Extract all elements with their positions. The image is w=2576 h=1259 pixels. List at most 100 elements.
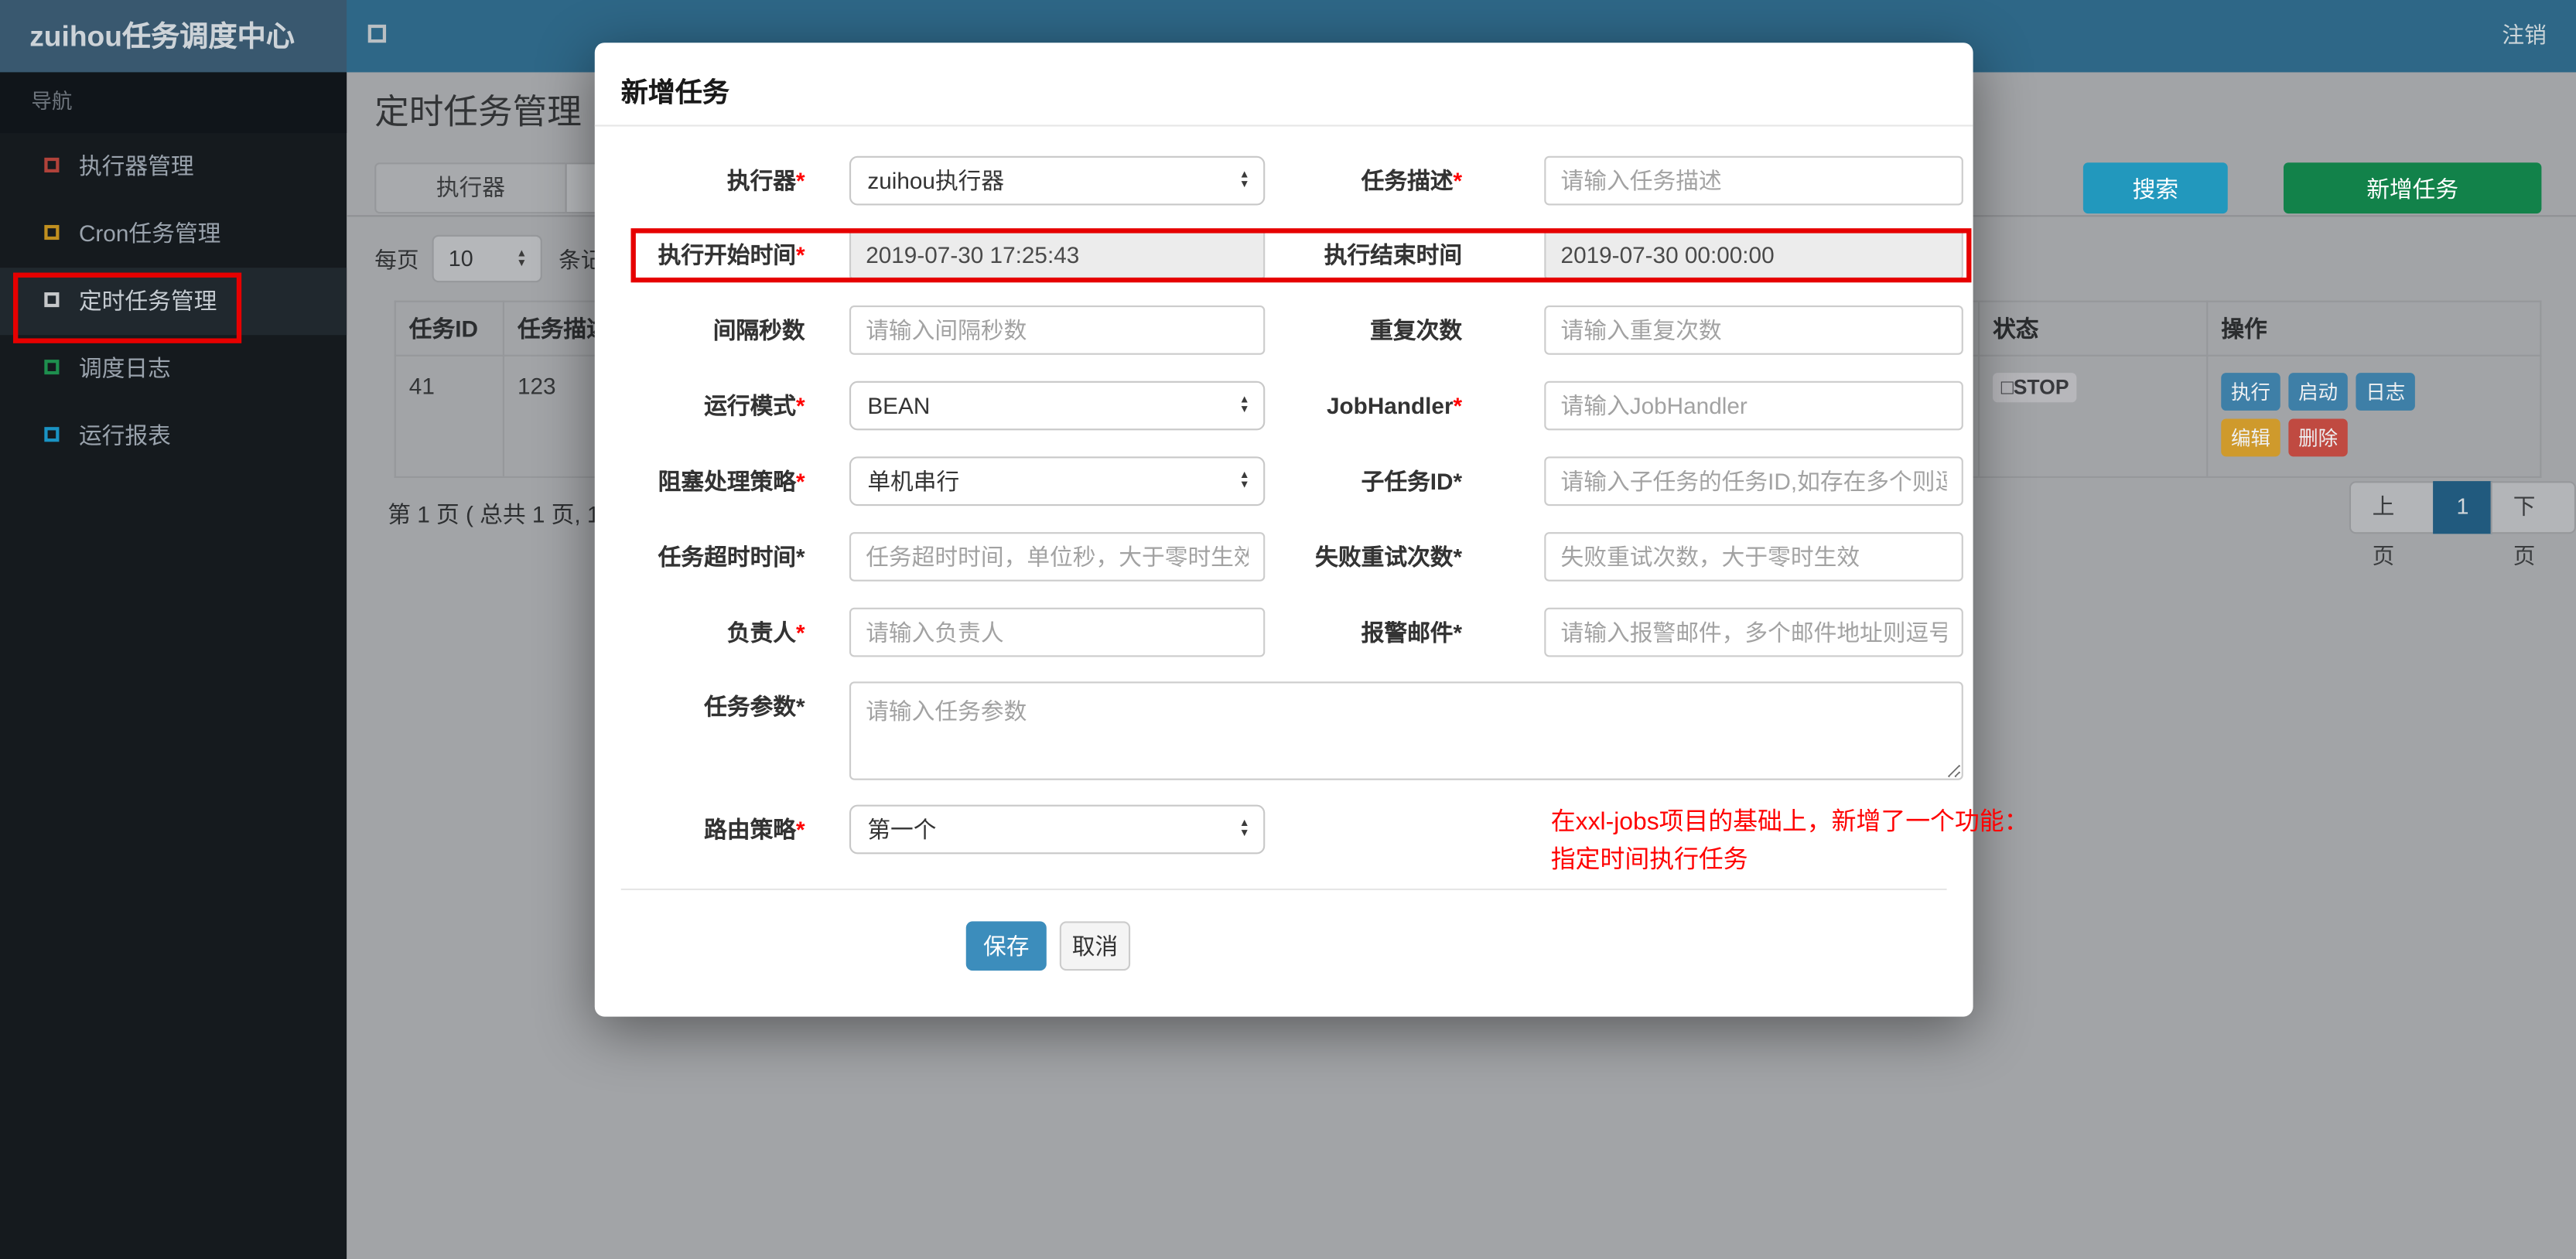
- run-mode-select[interactable]: BEAN: [849, 380, 1266, 431]
- cancel-button[interactable]: 取消: [1059, 921, 1131, 971]
- fail-retry-input[interactable]: [1544, 532, 1963, 582]
- cell-actions: 执行 启动 日志 编辑 删除: [2206, 354, 2542, 479]
- owner-input[interactable]: [849, 607, 1266, 657]
- sidebar-item-run-report[interactable]: 运行报表: [0, 402, 347, 469]
- job-handler-input[interactable]: [1544, 380, 1963, 431]
- modal-footer-divider: [620, 888, 1947, 891]
- required-star: *: [1453, 392, 1463, 419]
- menu-toggle-icon[interactable]: [367, 24, 387, 43]
- job-param-label: 任务参数*: [704, 693, 805, 720]
- task-desc-input[interactable]: [1544, 155, 1963, 206]
- col-task-id: 任务ID: [394, 300, 504, 357]
- add-task-button[interactable]: 新增任务: [2283, 162, 2542, 214]
- select-arrows-icon: [514, 249, 529, 268]
- route-strategy-label: 路由策略*: [704, 816, 805, 843]
- required-star: *: [1453, 167, 1463, 194]
- interval-label: 间隔秒数: [712, 316, 805, 343]
- feature-note-line1: 在xxl-jobs项目的基础上，新增了一个功能：: [1550, 807, 2029, 836]
- col-status: 状态: [1977, 300, 2209, 357]
- end-time-input[interactable]: [1544, 230, 1963, 280]
- feature-note-line2: 指定时间执行任务: [1550, 845, 1748, 874]
- sidebar-item-label: 运行报表: [78, 421, 171, 449]
- pagination: 上页 1 下页: [2349, 481, 2576, 568]
- current-page-button[interactable]: 1: [2433, 481, 2492, 534]
- interval-input[interactable]: [849, 305, 1266, 355]
- square-icon: [44, 427, 60, 442]
- required-star: *: [796, 468, 805, 495]
- alarm-email-label: 报警邮件*: [1361, 619, 1463, 646]
- end-time-label: 执行结束时间: [1324, 241, 1463, 268]
- required-star: *: [796, 543, 805, 570]
- select-arrows-icon: [1237, 171, 1252, 190]
- execute-button[interactable]: 执行: [2221, 373, 2280, 411]
- page-title: 定时任务管理: [374, 94, 582, 131]
- modal-header-divider: [594, 125, 1973, 127]
- square-icon: [44, 157, 60, 172]
- child-id-input[interactable]: [1544, 456, 1963, 507]
- executor-select[interactable]: zuihou执行器: [849, 155, 1266, 206]
- repeat-input[interactable]: [1544, 305, 1963, 355]
- sidebar-item-executor-mgmt[interactable]: 执行器管理: [0, 133, 347, 200]
- required-star: *: [1453, 543, 1463, 570]
- page-size-select[interactable]: 10: [432, 234, 542, 283]
- block-strategy-select[interactable]: 单机串行: [849, 456, 1266, 507]
- task-desc-label: 任务描述*: [1361, 167, 1463, 194]
- alarm-email-input[interactable]: [1544, 607, 1963, 657]
- block-strategy-label: 阻塞处理策略*: [658, 468, 805, 495]
- child-id-label: 子任务ID*: [1361, 468, 1463, 495]
- prev-page-button[interactable]: 上页: [2349, 481, 2435, 568]
- page-size-prefix: 每页: [374, 247, 419, 273]
- select-arrows-icon: [1237, 396, 1252, 415]
- start-time-input[interactable]: [849, 230, 1266, 280]
- job-handler-label: JobHandler*: [1326, 392, 1463, 419]
- sidebar-item-label: Cron任务管理: [78, 220, 221, 247]
- brand-title: zuihou任务调度中心: [0, 0, 347, 73]
- required-star: *: [796, 167, 805, 194]
- executor-label: 执行器*: [726, 167, 805, 194]
- cell-status: □STOP: [1977, 354, 2209, 479]
- edit-button[interactable]: 编辑: [2221, 418, 2280, 457]
- status-badge: □STOP: [1993, 373, 2078, 403]
- timeout-label: 任务超时时间*: [658, 543, 805, 570]
- cell-task-id: 41: [394, 354, 504, 479]
- required-star: *: [796, 693, 805, 720]
- delete-button[interactable]: 删除: [2288, 418, 2348, 457]
- repeat-label: 重复次数: [1370, 316, 1463, 343]
- square-icon: [44, 292, 60, 308]
- timeout-input[interactable]: [849, 532, 1266, 582]
- executor-filter-label: 执行器: [374, 162, 567, 214]
- required-star: *: [796, 816, 805, 843]
- square-icon: [44, 360, 60, 375]
- route-strategy-select[interactable]: 第一个: [849, 804, 1266, 855]
- modal-title: 新增任务: [620, 78, 729, 109]
- sidebar-item-timed-task-mgmt[interactable]: 定时任务管理: [0, 268, 347, 336]
- pagination-summary: 第 1 页 ( 总共 1 页, 1: [388, 500, 600, 527]
- required-star: *: [796, 392, 805, 419]
- required-star: *: [1453, 619, 1463, 646]
- select-arrows-icon: [1237, 472, 1252, 491]
- start-time-label: 执行开始时间*: [658, 241, 805, 268]
- sidebar-item-label: 定时任务管理: [78, 287, 217, 314]
- job-param-textarea[interactable]: [849, 681, 1963, 780]
- sidebar-section-label: 导航: [0, 72, 347, 134]
- action-buttons: 执行 启动 日志 编辑 删除: [2221, 373, 2418, 457]
- owner-label: 负责人*: [726, 619, 805, 646]
- logout-link[interactable]: 注销: [2489, 0, 2559, 72]
- sidebar-item-label: 执行器管理: [78, 152, 194, 179]
- required-star: *: [796, 619, 805, 646]
- next-page-button[interactable]: 下页: [2490, 481, 2576, 568]
- save-button[interactable]: 保存: [965, 921, 1047, 971]
- required-star: *: [1453, 468, 1463, 495]
- search-button[interactable]: 搜索: [2082, 162, 2228, 214]
- sidebar-item-cron-task-mgmt[interactable]: Cron任务管理: [0, 200, 347, 268]
- log-button[interactable]: 日志: [2356, 373, 2415, 411]
- app-root: zuihou任务调度中心 注销 导航 执行器管理 Cron任务管理 定时任务管理…: [0, 0, 2576, 1259]
- select-arrows-icon: [1237, 820, 1252, 839]
- required-star: *: [796, 241, 805, 268]
- start-button[interactable]: 启动: [2288, 373, 2348, 411]
- square-icon: [44, 224, 60, 241]
- sidebar: 导航 执行器管理 Cron任务管理 定时任务管理 调度日志 运行报表: [0, 72, 347, 1259]
- sidebar-item-dispatch-log[interactable]: 调度日志: [0, 335, 347, 402]
- add-task-modal: 新增任务 执行器* zuihou执行器 任务描述* 执行开始时间* 执行结束时间…: [594, 43, 2029, 1017]
- col-actions: 操作: [2206, 300, 2542, 357]
